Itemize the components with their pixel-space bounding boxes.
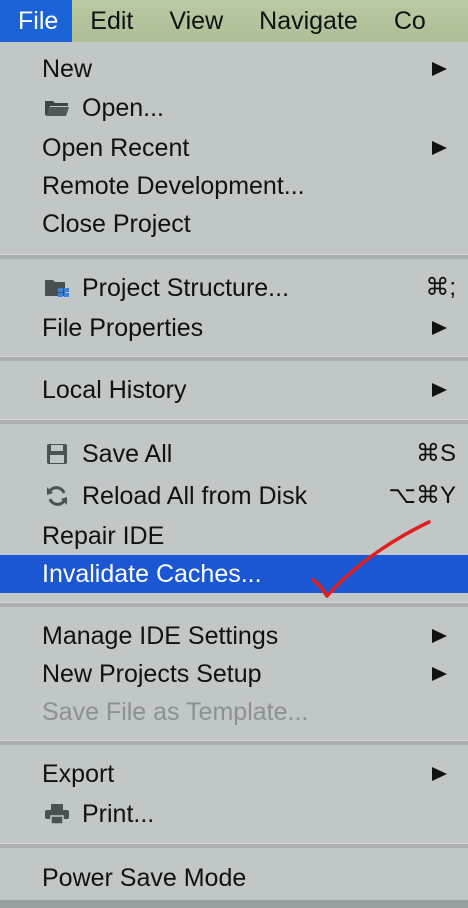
submenu-arrow-icon <box>432 383 447 397</box>
menu-item-label: Save File as Template... <box>42 698 309 726</box>
menubar-item-navigate[interactable]: Navigate <box>241 0 376 42</box>
folder-icon <box>44 97 70 119</box>
menu-item-label: Close Project <box>42 210 191 238</box>
menu-item-label: Print... <box>82 800 155 828</box>
menu-item-save-all[interactable]: Save All ⌘S <box>0 435 468 473</box>
menu-separator <box>0 254 468 259</box>
menu-item-label: Manage IDE Settings <box>42 622 279 650</box>
menu-item-reload-all[interactable]: Reload All from Disk ⌥⌘Y <box>0 477 468 515</box>
menu-separator <box>0 419 468 424</box>
menu-item-invalidate-caches[interactable]: Invalidate Caches... <box>0 555 468 593</box>
reload-icon <box>44 485 70 507</box>
menu-item-label: Local History <box>42 376 187 404</box>
submenu-arrow-icon <box>432 321 447 335</box>
menu-separator <box>0 740 468 745</box>
menu-item-label: Remote Development... <box>42 172 305 200</box>
menubar-item-file[interactable]: File <box>0 0 73 42</box>
project-structure-icon <box>44 277 70 299</box>
shortcut-label: ⌥⌘Y <box>388 482 456 509</box>
submenu-arrow-icon <box>432 629 447 643</box>
menu-item-new-projects-setup[interactable]: New Projects Setup <box>0 655 468 693</box>
printer-icon <box>44 803 70 825</box>
menu-item-label: Invalidate Caches... <box>42 560 262 588</box>
submenu-arrow-icon <box>432 141 447 155</box>
menu-item-file-properties[interactable]: File Properties <box>0 309 468 347</box>
menu-item-label: Save All <box>82 440 173 468</box>
menu-item-print[interactable]: Print... <box>0 795 468 833</box>
shortcut-label: ⌘; <box>425 274 456 301</box>
menu-item-project-structure[interactable]: Project Structure... ⌘; <box>0 269 468 307</box>
menu-item-label: Reload All from Disk <box>82 482 308 510</box>
menu-separator <box>0 843 468 848</box>
menu-separator <box>0 356 468 361</box>
menu-item-label: Power Save Mode <box>42 864 247 892</box>
menu-item-label: New Projects Setup <box>42 660 262 688</box>
menu-item-label: Export <box>42 760 115 788</box>
menubar-item-code[interactable]: Co <box>376 0 444 42</box>
menu-item-label: New <box>42 55 93 83</box>
menu-item-local-history[interactable]: Local History <box>0 371 468 409</box>
menubar-item-view[interactable]: View <box>151 0 241 42</box>
menu-item-new[interactable]: New <box>0 50 468 88</box>
menubar-item-edit[interactable]: Edit <box>72 0 151 42</box>
menu-item-remote-development[interactable]: Remote Development... <box>0 167 468 205</box>
submenu-arrow-icon <box>432 667 447 681</box>
menu-bar: File Edit View Navigate Co <box>0 0 468 42</box>
menu-item-open[interactable]: Open... <box>0 89 468 127</box>
menu-bottom-edge <box>0 900 468 908</box>
menu-item-label: Project Structure... <box>82 274 290 302</box>
menu-item-label: File Properties <box>42 314 204 342</box>
menu-item-save-file-as-template: Save File as Template... <box>0 693 468 731</box>
menu-item-export[interactable]: Export <box>0 755 468 793</box>
menu-item-power-save-mode[interactable]: Power Save Mode <box>0 859 468 897</box>
menu-separator <box>0 602 468 607</box>
shortcut-label: ⌘S <box>415 440 456 467</box>
menu-item-manage-ide-settings[interactable]: Manage IDE Settings <box>0 617 468 655</box>
menu-item-label: Open... <box>82 94 164 122</box>
save-icon <box>44 443 70 465</box>
menu-item-label: Repair IDE <box>42 522 165 550</box>
submenu-arrow-icon <box>432 62 447 76</box>
menu-item-label: Open Recent <box>42 134 190 162</box>
file-menu: New Open... Open Recent Remote Developme… <box>0 42 468 908</box>
menu-item-close-project[interactable]: Close Project <box>0 205 468 243</box>
menu-item-repair-ide[interactable]: Repair IDE <box>0 517 468 555</box>
submenu-arrow-icon <box>432 767 447 781</box>
menu-item-open-recent[interactable]: Open Recent <box>0 129 468 167</box>
